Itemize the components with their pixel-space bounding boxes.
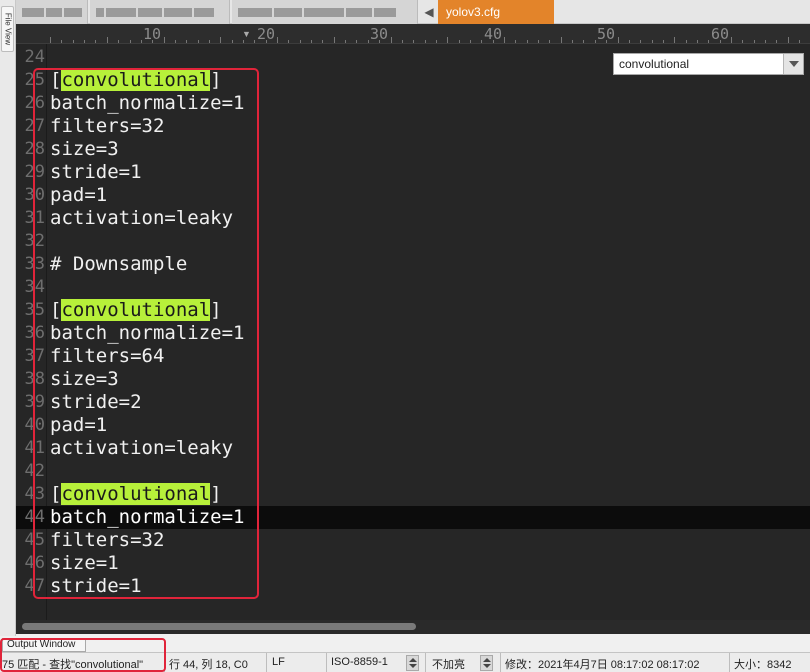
chevron-down-icon[interactable] [783, 54, 803, 74]
ruler-tick [367, 40, 369, 43]
ruler-tick [469, 40, 471, 43]
function-list-dropdown[interactable]: convolutional [613, 53, 804, 75]
ruler-tick [220, 37, 222, 43]
annotation-box-status [0, 638, 166, 672]
ruler-tick [662, 40, 664, 43]
ruler-tick [447, 37, 449, 43]
ruler-tick [492, 40, 494, 43]
file-view-tab-label: File View [3, 12, 12, 46]
horizontal-scrollbar-thumb[interactable] [22, 623, 416, 630]
status-encoding[interactable]: ISO-8859-1 [331, 656, 388, 668]
ruler-tick [140, 40, 142, 43]
ruler-tick [742, 40, 744, 43]
highlight-mode-stepper[interactable] [480, 655, 493, 671]
ruler-tick [651, 40, 653, 43]
ruler-tick [84, 40, 85, 43]
ruler-tick [674, 37, 676, 43]
ruler-tick [696, 40, 698, 43]
cursor-column-marker-icon: ▼ [242, 29, 251, 39]
ruler-tick [617, 37, 619, 43]
ruler-tick [333, 37, 335, 43]
ruler-tick [401, 40, 403, 43]
ruler-tick [95, 40, 97, 43]
ruler-tick [413, 40, 415, 43]
encoding-stepper[interactable] [406, 655, 419, 671]
ruler-tick [628, 40, 630, 43]
tab-label: yolov3.cfg [446, 5, 501, 19]
ruler-tick [72, 40, 74, 43]
ruler-tick [538, 40, 539, 43]
tab-bar: ◀ yolov3.cfg [16, 0, 810, 24]
tab-blurred-1[interactable] [16, 0, 88, 24]
ruler-tick [424, 40, 426, 43]
ruler-tick [152, 40, 154, 43]
tab-blurred-2[interactable] [90, 0, 230, 24]
ruler-tick [753, 40, 755, 43]
status-modified: 修改：2021年4月7日 08:17:02 08:17:02 [505, 659, 700, 671]
file-view-panel: File View [0, 0, 16, 636]
ruler-tick [356, 40, 358, 43]
tab-scroll-left-icon[interactable]: ◀ [420, 0, 438, 24]
ruler-tick [481, 40, 483, 43]
ruler-tick [549, 40, 551, 43]
ruler-tick [186, 40, 188, 43]
ruler-tick [242, 40, 244, 43]
ruler-tick [277, 37, 278, 43]
ruler-tick [208, 40, 210, 43]
status-file-size: 大小：8342 [734, 659, 792, 671]
line-number: 24 [24, 47, 45, 67]
ruler-tick [288, 40, 290, 43]
ruler-tick [163, 37, 165, 43]
ruler-tick [61, 40, 63, 43]
code-editor[interactable]: 24 25 [convolutional] 26 batch_normalize=1 27… [16, 44, 810, 620]
ruler-tick [379, 40, 381, 43]
ruler-tick [708, 40, 710, 43]
ruler-tick [515, 40, 517, 43]
ruler-tick [231, 40, 233, 43]
ruler-tick [765, 40, 766, 43]
ruler-tick [435, 40, 437, 43]
ruler-tick [118, 40, 120, 43]
ruler-tick [504, 37, 505, 43]
ruler-tick [129, 40, 131, 43]
horizontal-scrollbar[interactable] [16, 620, 810, 634]
column-ruler: 10 20 30 40 50 60 ▼ [16, 24, 810, 44]
ruler-tick [685, 40, 687, 43]
ruler-tick [719, 40, 721, 43]
ruler-tick [594, 40, 596, 43]
ruler-tick [265, 40, 267, 43]
editor-window: File View ◀ yolov3.cfg 10 20 30 40 50 60… [0, 0, 810, 672]
ruler-tick [50, 37, 51, 43]
ruler-tick [299, 40, 301, 43]
ruler-tick [583, 40, 585, 43]
ruler-tick [345, 40, 347, 43]
function-list-value: convolutional [619, 57, 690, 71]
ruler-tick [106, 37, 108, 43]
ruler-tick [606, 40, 608, 43]
tab-blurred-3[interactable] [232, 0, 418, 24]
ruler-tick [322, 40, 324, 43]
ruler-tick [787, 37, 789, 43]
ruler-tick [560, 37, 562, 43]
status-highlight-mode[interactable]: 不加亮 [432, 656, 465, 672]
ruler-tick [731, 37, 732, 43]
ruler-tick [458, 40, 460, 43]
ruler-tick [526, 40, 528, 43]
status-cursor-position: 行 44, 列 18, C0 [169, 659, 248, 671]
ruler-tick [174, 40, 176, 43]
file-view-tab[interactable]: File View [1, 6, 14, 52]
status-line-ending[interactable]: LF [272, 656, 285, 668]
ruler-tick [197, 40, 199, 43]
ruler-tick [799, 40, 801, 43]
ruler-tick [254, 40, 256, 43]
ruler-tick [640, 40, 642, 43]
ruler-tick [572, 40, 574, 43]
annotation-box-code [33, 68, 259, 599]
ruler-tick [776, 40, 778, 43]
ruler-tick [311, 40, 313, 43]
ruler-tick [390, 37, 392, 43]
tab-yolov3-cfg[interactable]: yolov3.cfg [438, 0, 554, 24]
